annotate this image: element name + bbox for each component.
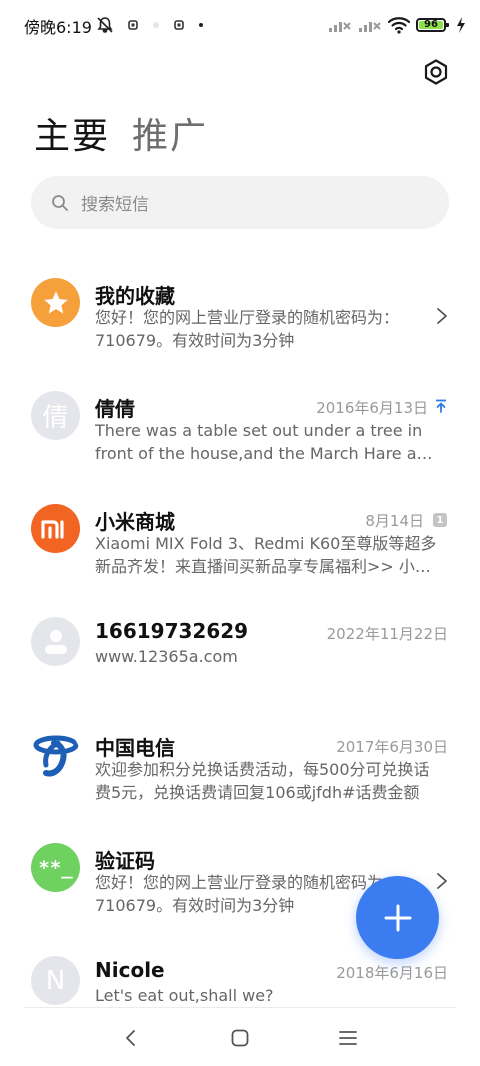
- mi-logo-icon: [40, 519, 64, 539]
- conversation-item[interactable]: 中国电信 2017年6月30日 欢迎参加积分兑换话费活动，每500分可兑换话费5…: [0, 714, 480, 827]
- back-icon: [126, 1030, 135, 1046]
- signal-x-icon: [329, 22, 351, 32]
- back-button[interactable]: [117, 1024, 145, 1052]
- status-system-icons: 96: [328, 14, 466, 36]
- conversation-preview: 您好！您的网上营业厅登录的随机密码为：710679。有效时间为3分钟: [95, 308, 400, 350]
- new-message-button[interactable]: [356, 876, 439, 959]
- conversation-name: 验证码: [95, 849, 155, 873]
- recents-icon: [339, 1031, 357, 1045]
- conversation-item[interactable]: 小米商城 8月14日 1 Xiaomi MIX Fold 3、Redmi K60…: [0, 488, 480, 601]
- avatar: 倩: [31, 391, 80, 440]
- avatar: [31, 730, 80, 779]
- home-button[interactable]: [226, 1024, 254, 1052]
- app-notification-icon: [128, 20, 138, 30]
- conversation-item[interactable]: 倩 倩倩 2016年6月13日 There was a table set ou…: [0, 375, 480, 488]
- nav-divider: [24, 1007, 456, 1008]
- conversation-item[interactable]: 我的收藏 您好！您的网上营业厅登录的随机密码为：710679。有效时间为3分钟: [0, 262, 480, 375]
- star-icon: [43, 290, 68, 313]
- conversation-preview: Xiaomi MIX Fold 3、Redmi K60至尊版等超多新品齐发！来直…: [95, 534, 437, 576]
- system-nav-bar: [0, 1016, 480, 1060]
- avatar: N: [31, 956, 80, 1005]
- tab-bar: 主要 推广: [34, 112, 208, 162]
- conversation-date: 2017年6月30日: [336, 738, 448, 756]
- conversation-name: 小米商城: [95, 510, 175, 534]
- conversation-date: 8月14日: [365, 512, 424, 530]
- settings-button[interactable]: [420, 56, 452, 88]
- plus-icon: [384, 904, 411, 931]
- conversation-preview: Let's eat out,shall we?: [95, 986, 274, 1005]
- chevron-right-icon: [437, 308, 447, 324]
- avatar-initial: N: [45, 965, 66, 996]
- charging-icon: [457, 17, 465, 33]
- conversation-name: 我的收藏: [95, 284, 175, 308]
- conversation-name: 倩倩: [95, 397, 135, 421]
- person-icon: [44, 629, 67, 654]
- mute-icon: [97, 17, 113, 33]
- conversation-preview: 欢迎参加积分兑换话费活动，每500分可兑换话费5元，兑换话费请回复106或jfd…: [95, 760, 430, 802]
- battery-level: 96: [424, 19, 438, 30]
- conversation-date: 2018年6月16日: [336, 964, 448, 982]
- conversation-name: 中国电信: [95, 736, 175, 760]
- avatar-initial: **_: [38, 856, 73, 879]
- conversation-date: 2016年6月13日: [316, 399, 428, 417]
- dot-icon: [199, 23, 203, 27]
- avatar: [31, 278, 80, 327]
- conversation-name: 16619732629: [95, 619, 249, 643]
- dot-icon: [153, 22, 159, 28]
- tab-promotions[interactable]: 推广: [132, 112, 208, 162]
- wifi-icon: [388, 17, 410, 34]
- pin-top-icon: [436, 399, 446, 413]
- avatar: [31, 504, 80, 553]
- recents-button[interactable]: [334, 1024, 362, 1052]
- gear-icon: [424, 59, 448, 85]
- avatar: **_: [31, 843, 80, 892]
- conversation-item[interactable]: 16619732629 2022年11月22日 www.12365a.com: [0, 601, 480, 714]
- unread-badge: 1: [433, 513, 447, 527]
- tab-primary[interactable]: 主要: [34, 112, 110, 162]
- avatar-initial: 倩: [42, 403, 69, 433]
- status-notification-icons: [96, 14, 204, 36]
- conversation-date: 2022年11月22日: [326, 625, 448, 643]
- signal-x-icon: [359, 22, 381, 32]
- home-icon: [231, 1029, 249, 1047]
- search-input[interactable]: 搜索短信: [31, 176, 449, 229]
- battery-icon: 96: [416, 18, 449, 32]
- conversation-name: Nicole: [95, 958, 165, 982]
- status-time: 傍晚6:19: [24, 18, 92, 37]
- search-placeholder: 搜索短信: [81, 195, 149, 215]
- conversation-preview: There was a table set out under a tree i…: [95, 421, 437, 463]
- chevron-right-icon: [437, 873, 447, 889]
- conversation-preview: www.12365a.com: [95, 647, 238, 666]
- china-telecom-logo-icon: [33, 735, 78, 776]
- search-icon: [52, 194, 68, 211]
- avatar: [31, 617, 80, 666]
- app-notification-icon: [174, 20, 184, 30]
- status-bar: 傍晚6:19 96: [0, 0, 480, 50]
